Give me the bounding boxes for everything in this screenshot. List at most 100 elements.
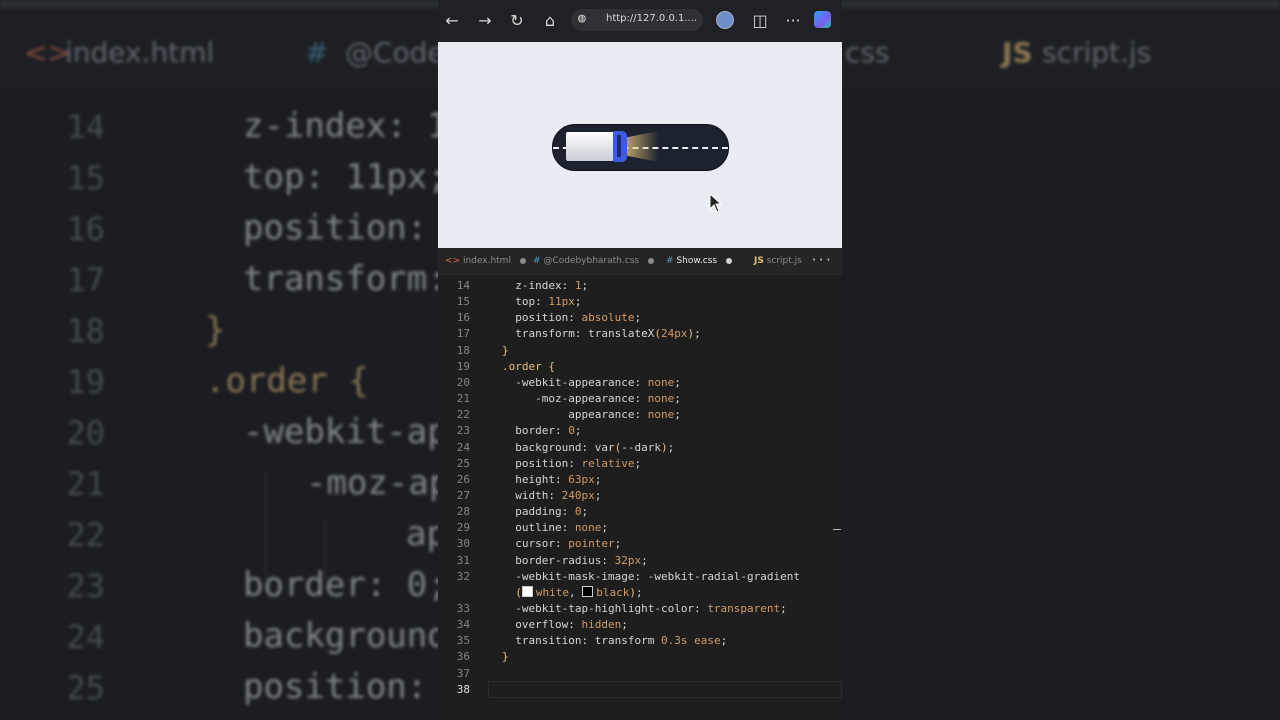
browser-toolbar: ← → ↻ ⌂ ◍ http://127.0.0.1.... ◫ ··· xyxy=(438,0,842,42)
background-line-number: 25 xyxy=(66,669,105,707)
forward-arrow-icon[interactable]: → xyxy=(473,9,497,33)
minimap-marker xyxy=(833,529,841,530)
code-text: position: relative; xyxy=(515,456,642,470)
line-number: 33 xyxy=(456,602,470,615)
line-number: 29 xyxy=(456,521,470,535)
refresh-icon[interactable]: ↻ xyxy=(505,9,529,33)
code-text: width: 240px; xyxy=(515,488,602,502)
line-number: 15 xyxy=(456,295,470,309)
line-number: 27 xyxy=(456,488,470,502)
line-number: 28 xyxy=(456,505,470,519)
background-code-line: transform: xyxy=(243,259,448,299)
line-number: 31 xyxy=(456,553,470,567)
background-line-number: 22 xyxy=(66,516,105,554)
tab-label: @Codebybharath.css xyxy=(543,256,640,266)
background-line-number: 17 xyxy=(66,261,105,299)
line-number: 21 xyxy=(456,392,470,406)
profile-avatar-icon[interactable] xyxy=(716,11,734,29)
unsaved-dot-icon xyxy=(725,257,732,264)
background-code-line: } xyxy=(205,310,226,350)
tab-script-js[interactable]: JS script.js xyxy=(754,248,802,274)
line-number: 16 xyxy=(456,311,470,325)
code-text: } xyxy=(502,650,509,664)
tab-label: Show.css xyxy=(676,256,718,266)
headlight-beam xyxy=(627,131,659,162)
code-text: background: var(--dark); xyxy=(515,440,675,454)
code-text: position: absolute; xyxy=(515,311,642,325)
mouse-pointer-icon xyxy=(709,193,723,213)
line-number: 24 xyxy=(456,440,470,454)
background-indent-guide xyxy=(325,520,326,580)
background-css-icon: # xyxy=(305,36,329,69)
background-line-number: 15 xyxy=(66,159,105,197)
line-number: 25 xyxy=(456,456,470,470)
code-text: transition: transform 0.3s ease; xyxy=(515,634,728,648)
order-button[interactable] xyxy=(552,124,729,171)
background-line-number: 14 xyxy=(66,108,105,146)
line-number: 26 xyxy=(456,472,470,486)
code-text: appearance: none; xyxy=(568,408,681,422)
code-text: z-index: 1; xyxy=(515,279,589,292)
line-number: 23 xyxy=(456,424,470,438)
copilot-icon[interactable] xyxy=(814,11,831,28)
home-icon[interactable]: ⌂ xyxy=(538,9,562,33)
code-text: top: 11px; xyxy=(515,295,582,309)
js-icon: JS xyxy=(754,256,764,266)
background-line-number: 16 xyxy=(66,210,105,248)
code-text: border-radius: 32px; xyxy=(515,553,648,567)
line-number: 30 xyxy=(456,537,470,551)
background-tab-css: css xyxy=(845,36,890,69)
tab-codebybharath-css[interactable]: # @Codebybharath.css xyxy=(533,248,654,274)
background-line-number: 20 xyxy=(66,414,105,452)
unsaved-dot-icon xyxy=(647,257,654,264)
more-actions-icon[interactable]: ··· xyxy=(810,248,832,272)
line-number: 34 xyxy=(456,618,470,632)
background-line-number: 18 xyxy=(66,312,105,350)
tab-label: script.js xyxy=(766,256,802,266)
code-text: -moz-appearance: none; xyxy=(535,392,681,406)
tab-index-html[interactable]: <> index.html xyxy=(445,248,526,274)
line-number: 35 xyxy=(456,634,470,648)
line-number: 17 xyxy=(456,327,470,341)
unsaved-dot-icon xyxy=(519,257,526,264)
code-text: padding: 0; xyxy=(515,505,589,519)
line-number: 32 xyxy=(456,569,470,583)
code-text: outline: none; xyxy=(515,521,608,535)
background-html-icon: <> xyxy=(24,36,71,69)
html-icon: <> xyxy=(445,256,461,266)
background-code-line: .order { xyxy=(205,361,369,401)
background-code-line: border: 0; xyxy=(243,565,448,605)
code-text: transform: translateX(24px); xyxy=(515,327,701,341)
line-number: 14 xyxy=(456,279,470,292)
address-bar[interactable]: ◍ http://127.0.0.1.... xyxy=(571,9,703,31)
background-line-number: 21 xyxy=(66,465,105,503)
code-text: } xyxy=(502,343,509,357)
background-code-line: position: xyxy=(243,667,428,707)
background-code-line: background xyxy=(243,616,448,656)
tab-label: index.html xyxy=(462,256,511,266)
line-number: 37 xyxy=(456,666,470,680)
background-code-line: top: 11px; xyxy=(243,157,448,197)
background-code-line: z-index: 1 xyxy=(243,106,448,146)
css-icon: # xyxy=(533,256,541,266)
background-tab-code: @Code xyxy=(345,36,445,69)
editor-tab-bar: <> index.html # @Codebybharath.css # Sho… xyxy=(438,248,842,275)
line-number: 36 xyxy=(456,650,470,664)
page-preview xyxy=(438,42,842,248)
background-js-icon: JS xyxy=(1002,36,1033,69)
line-number: 18 xyxy=(456,343,470,357)
more-options-icon[interactable]: ··· xyxy=(781,9,805,33)
code-editor[interactable]: 14 z-index: 1; 15 top: 11px; 16 position: … xyxy=(438,276,842,720)
code-text: -webkit-tap-highlight-color: transparent… xyxy=(515,602,787,615)
code-text: cursor: pointer; xyxy=(515,537,622,551)
css-icon: # xyxy=(666,256,674,266)
code-text: -webkit-mask-image: -webkit-radial-gradi… xyxy=(515,569,801,583)
code-text: overflow: hidden; xyxy=(515,618,628,632)
truck-cab xyxy=(613,131,627,162)
globe-icon: ◍ xyxy=(578,11,586,26)
split-screen-icon[interactable]: ◫ xyxy=(748,9,772,33)
line-number: 22 xyxy=(456,408,470,422)
tab-show-css[interactable]: # Show.css xyxy=(666,248,732,274)
phone-screen: ← → ↻ ⌂ ◍ http://127.0.0.1.... ◫ ··· <> … xyxy=(438,0,842,720)
back-arrow-icon[interactable]: ← xyxy=(440,9,464,33)
